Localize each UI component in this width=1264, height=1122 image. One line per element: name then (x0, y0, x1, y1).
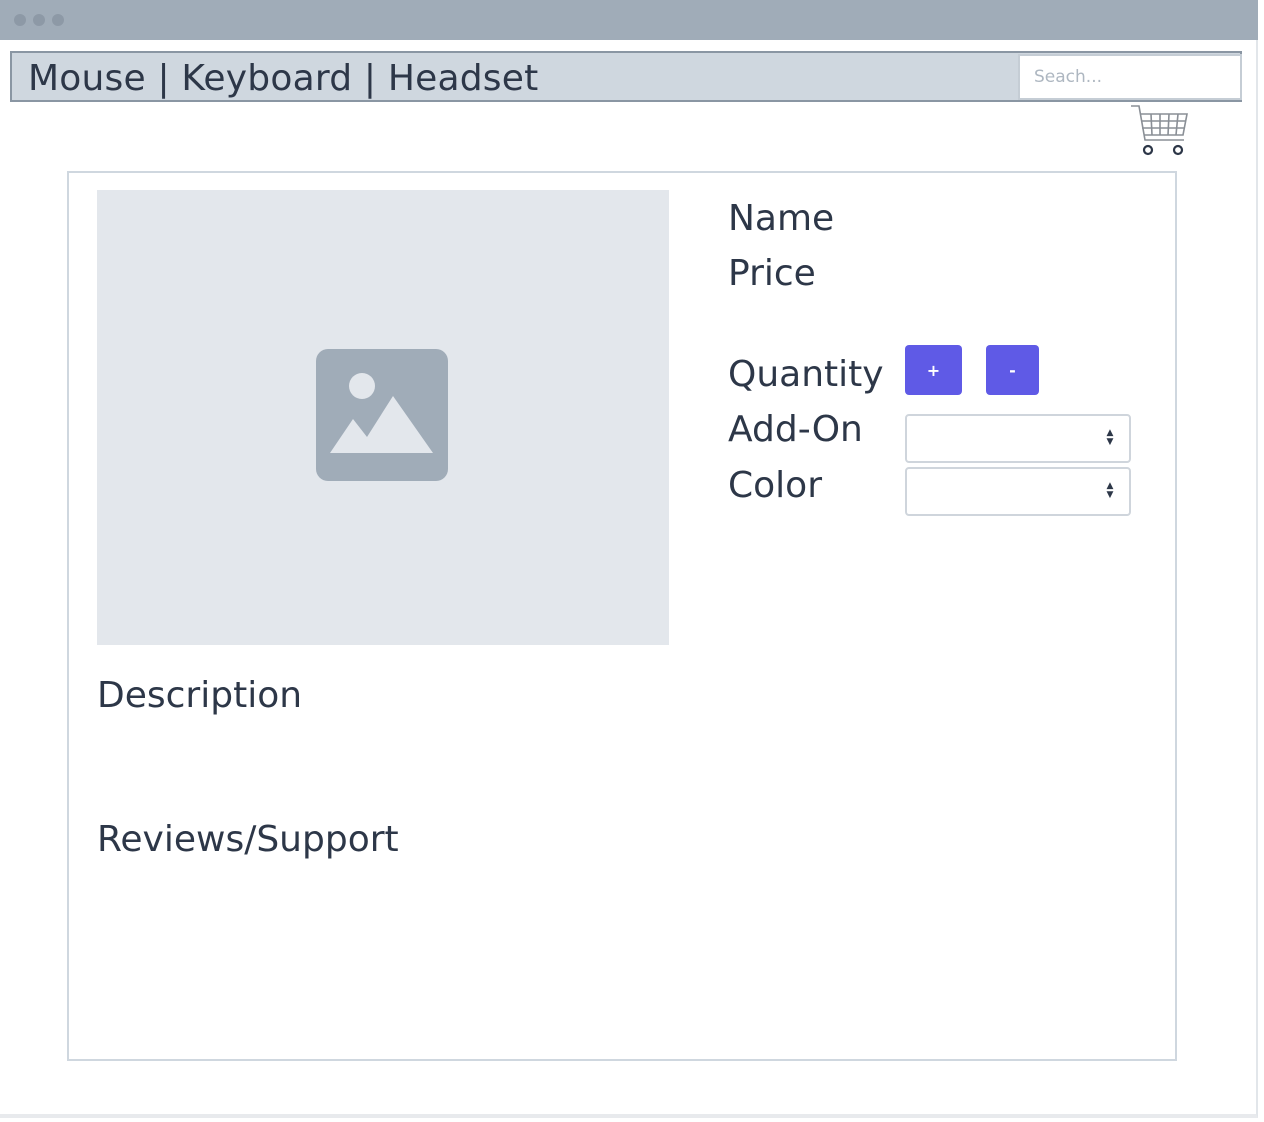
top-navbar: Mouse | Keyboard | Headset (10, 51, 1242, 102)
description-heading: Description (97, 675, 303, 716)
product-price-label: Price (728, 253, 816, 294)
product-name-label: Name (728, 198, 835, 239)
addon-select[interactable]: ▲ ▼ (905, 414, 1131, 463)
window-dot-icon[interactable] (33, 14, 45, 26)
shopping-cart-icon[interactable] (1130, 104, 1190, 158)
category-nav-links[interactable]: Mouse | Keyboard | Headset (28, 57, 538, 101)
increment-quantity-button[interactable]: + (905, 345, 962, 395)
window-dot-icon[interactable] (52, 14, 64, 26)
image-icon (316, 349, 448, 481)
quantity-label: Quantity (728, 354, 884, 395)
reviews-support-heading: Reviews/Support (97, 819, 399, 860)
addon-label: Add-On (728, 409, 863, 450)
browser-window: Mouse | Keyboard | Headset Name Price Q (0, 0, 1258, 1118)
decrement-quantity-button[interactable]: - (986, 345, 1039, 395)
product-image-placeholder (97, 190, 669, 645)
product-card: Name Price Quantity + - Add-On ▲ ▼ Color … (67, 171, 1177, 1061)
color-label: Color (728, 465, 822, 506)
select-arrows-icon: ▲ ▼ (1106, 428, 1114, 447)
select-arrows-icon: ▲ ▼ (1106, 481, 1114, 500)
search-input[interactable] (1018, 54, 1242, 100)
window-titlebar (0, 0, 1258, 40)
window-dot-icon[interactable] (14, 14, 26, 26)
color-select[interactable]: ▲ ▼ (905, 467, 1131, 516)
